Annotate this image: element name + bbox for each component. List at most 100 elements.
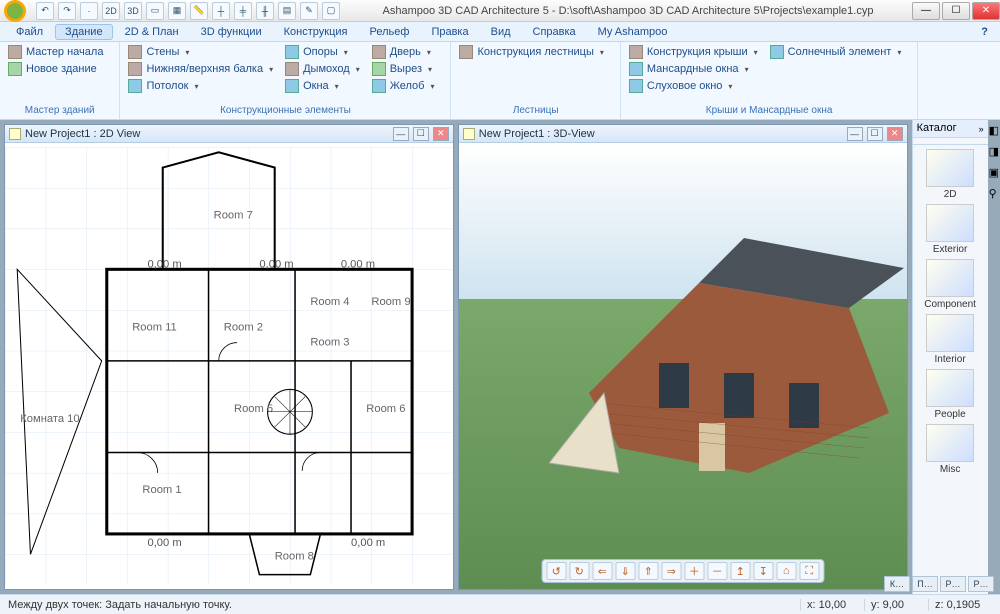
ribbon-btn-1-1-2[interactable]: Окна▾	[283, 78, 362, 94]
ribbon-btn-label: Слуховое окно	[647, 80, 723, 92]
chevron-down-icon: ▾	[269, 65, 273, 74]
ribbon-btn-2-0-0[interactable]: Конструкция лестницы▾	[457, 44, 605, 60]
qat-guide-icon[interactable]: ╪	[234, 2, 252, 20]
subwindow-2d-close[interactable]: ✕	[433, 127, 449, 141]
svg-text:Room 6: Room 6	[366, 403, 405, 415]
subwindow-2d-titlebar[interactable]: New Project1 : 2D View — ☐ ✕	[5, 125, 453, 143]
ribbon-group-caption: Конструкционные элементы	[126, 104, 444, 119]
ribbon-btn-icon	[372, 45, 386, 59]
ribbon-btn-1-2-2[interactable]: Желоб▾	[370, 78, 437, 94]
nav3d-home-icon[interactable]: ⌂	[776, 562, 796, 580]
qat-box-icon[interactable]: ▢	[322, 2, 340, 20]
ribbon-btn-3-0-2[interactable]: Слуховое окно▾	[627, 78, 760, 94]
view3d-canvas[interactable]: ↺ ↻ ⇐ ⇓ ⇑ ⇒ ＋ － ↥ ↧ ⌂ ⛶	[459, 143, 907, 589]
menu-building[interactable]: Здание	[55, 24, 113, 40]
catalog-item-label: Component	[920, 299, 980, 310]
plan-canvas[interactable]: Room 7 Room 11 Room 2 Room 4 Room 9 Room…	[5, 143, 453, 589]
strip-icon-4[interactable]: ⚲	[988, 183, 1000, 204]
status-message: Между двух точек: Задать начальную точку…	[8, 599, 800, 611]
nav3d-zoom-out-icon[interactable]: －	[707, 562, 727, 580]
nav3d-tilt-up-icon[interactable]: ↥	[730, 562, 750, 580]
subwindow-3d-close[interactable]: ✕	[887, 127, 903, 141]
ribbon-btn-label: Вырез	[390, 63, 422, 75]
menu-view[interactable]: Вид	[481, 24, 521, 40]
qat-mode-2d[interactable]: 2D	[102, 2, 120, 20]
qat-ruler-icon[interactable]: 📏	[190, 2, 208, 20]
catalog-item-exterior[interactable]: Exterior	[920, 204, 980, 255]
nav3d-zoom-in-icon[interactable]: ＋	[684, 562, 704, 580]
subwindow-3d-max[interactable]: ☐	[867, 127, 883, 141]
catalog-item-people[interactable]: People	[920, 369, 980, 420]
menu-myashampoo[interactable]: My Ashampoo	[588, 24, 678, 40]
bottom-tab-2[interactable]: П…	[912, 576, 938, 592]
subwindow-2d-min[interactable]: —	[393, 127, 409, 141]
nav3d-orbit-right-icon[interactable]: ↻	[569, 562, 589, 580]
qat-view2-icon[interactable]: ▦	[168, 2, 186, 20]
nav3d-pan-right-icon[interactable]: ⇒	[661, 562, 681, 580]
ribbon-btn-1-0-2[interactable]: Потолок▾	[126, 78, 275, 94]
close-button[interactable]: ✕	[972, 2, 1000, 20]
minimize-button[interactable]: —	[912, 2, 940, 20]
bottom-tab-4[interactable]: Р…	[968, 576, 994, 592]
catalog-tabs	[913, 138, 988, 145]
catalog-item-interior[interactable]: Interior	[920, 314, 980, 365]
titlebar: ↶ ↷ · 2D 3D ▭ ▦ 📏 ┼ ╪ ╫ ▤ ✎ ▢ Ashampoo 3…	[0, 0, 1000, 22]
ribbon-btn-icon	[128, 62, 142, 76]
nav3d-orbit-left-icon[interactable]: ↺	[546, 562, 566, 580]
qat-mode-3d[interactable]: 3D	[124, 2, 142, 20]
menu-help[interactable]: Справка	[523, 24, 586, 40]
menu-2dplan[interactable]: 2D & План	[115, 24, 189, 40]
catalog-pin-icon[interactable]: »	[979, 124, 984, 134]
ribbon-btn-1-2-1[interactable]: Вырез▾	[370, 61, 437, 77]
qat-layers-icon[interactable]: ▤	[278, 2, 296, 20]
menu-edit[interactable]: Правка	[421, 24, 478, 40]
nav3d-pan-down-icon[interactable]: ⇓	[615, 562, 635, 580]
ribbon-btn-0-0-1[interactable]: Новое здание	[6, 61, 105, 77]
menu-3dfunc[interactable]: 3D функции	[191, 24, 272, 40]
qat-redo-icon[interactable]: ↷	[58, 2, 76, 20]
svg-text:Room 4: Room 4	[310, 296, 349, 308]
subwindow-3d-min[interactable]: —	[847, 127, 863, 141]
window-controls: — ☐ ✕	[910, 2, 1000, 20]
ribbon-btn-1-2-0[interactable]: Дверь▾	[370, 44, 437, 60]
nav3d-pan-up-icon[interactable]: ⇑	[638, 562, 658, 580]
ribbon-btn-1-1-1[interactable]: Дымоход▾	[283, 61, 362, 77]
catalog-strip[interactable]: ◧ ◨ ▣ ⚲	[988, 120, 1000, 594]
catalog-item-misc[interactable]: Misc	[920, 424, 980, 475]
menu-relief[interactable]: Рельеф	[360, 24, 420, 40]
subwindow-2d-max[interactable]: ☐	[413, 127, 429, 141]
ribbon-btn-1-1-0[interactable]: Опоры▾	[283, 44, 362, 60]
menu-file[interactable]: Файл	[6, 24, 53, 40]
ribbon-btn-3-1-0[interactable]: Солнечный элемент▾	[768, 44, 904, 60]
qat-pen-icon[interactable]: ✎	[300, 2, 318, 20]
help-icon[interactable]: ?	[975, 26, 994, 38]
strip-icon-2[interactable]: ◨	[988, 141, 1000, 162]
svg-text:Room 7: Room 7	[214, 209, 253, 221]
qat-snap-icon[interactable]: ┼	[212, 2, 230, 20]
status-z: z: 0,1905	[928, 599, 992, 611]
catalog-item-2d[interactable]: 2D	[920, 149, 980, 200]
ribbon-btn-0-0-0[interactable]: Мастер начала	[6, 44, 105, 60]
catalog-item-component[interactable]: Component	[920, 259, 980, 310]
ribbon-btn-3-0-0[interactable]: Конструкция крыши▾	[627, 44, 760, 60]
maximize-button[interactable]: ☐	[942, 2, 970, 20]
qat-view-icon[interactable]: ▭	[146, 2, 164, 20]
strip-icon-1[interactable]: ◧	[988, 120, 1000, 141]
subwindow-3d-titlebar[interactable]: New Project1 : 3D-View — ☐ ✕	[459, 125, 907, 143]
ribbon-group-2: Конструкция лестницы▾Лестницы	[451, 42, 620, 119]
ribbon-btn-1-0-1[interactable]: Нижняя/верхняя балка▾	[126, 61, 275, 77]
ribbon-btn-3-0-1[interactable]: Мансардные окна▾	[627, 61, 760, 77]
bottom-tab-1[interactable]: К…	[884, 576, 910, 592]
ribbon-btn-1-0-0[interactable]: Стены▾	[126, 44, 275, 60]
ribbon-group-caption: Крыши и Мансардные окна	[627, 104, 911, 119]
nav3d-fit-icon[interactable]: ⛶	[799, 562, 819, 580]
status-x: x: 10,00	[800, 599, 864, 611]
nav3d-pan-left-icon[interactable]: ⇐	[592, 562, 612, 580]
strip-icon-3[interactable]: ▣	[988, 162, 1000, 183]
qat-undo-icon[interactable]: ↶	[36, 2, 54, 20]
qat-snap2-icon[interactable]: ╫	[256, 2, 274, 20]
bottom-tab-3[interactable]: Р…	[940, 576, 966, 592]
catalog-body[interactable]: 2DExterior Component InteriorPeopleMisc	[913, 145, 988, 594]
menu-construction[interactable]: Конструкция	[274, 24, 358, 40]
nav3d-tilt-down-icon[interactable]: ↧	[753, 562, 773, 580]
